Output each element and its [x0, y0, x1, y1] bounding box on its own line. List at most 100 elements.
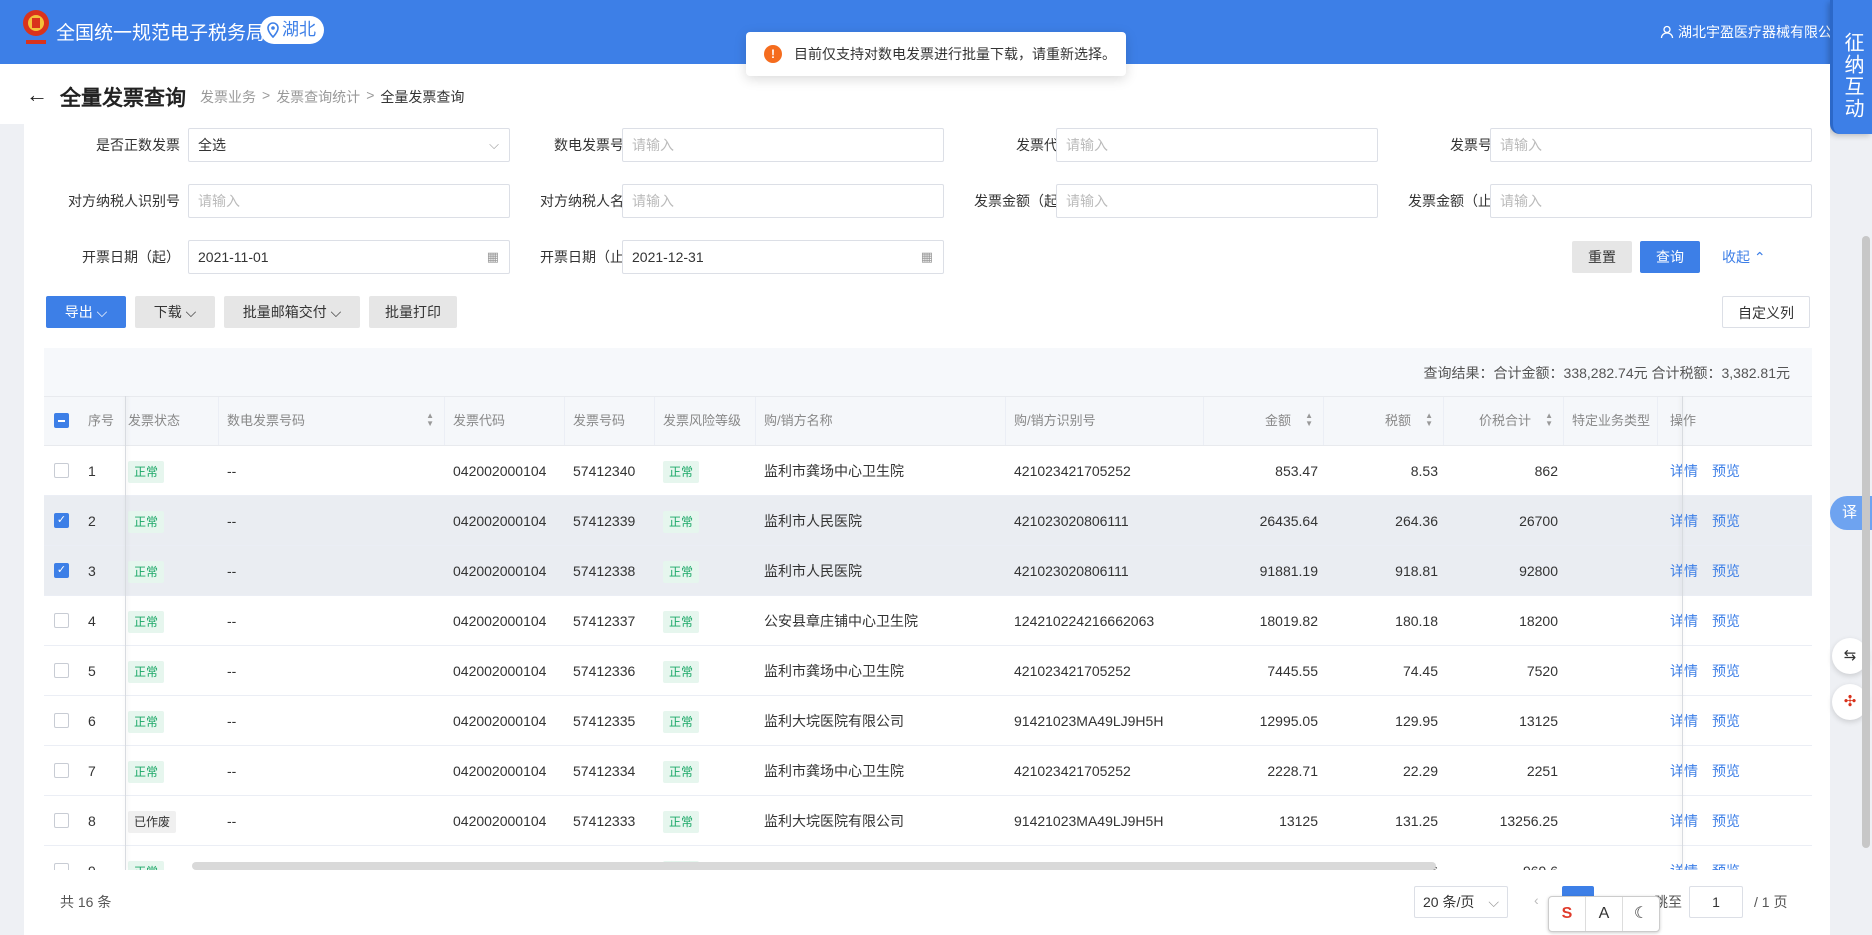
prev-page-icon[interactable]: ‹ — [1534, 892, 1539, 908]
cell-name: 监利大垸医院有限公司 — [764, 813, 904, 829]
ime-night-icon[interactable]: ☾ — [1623, 897, 1659, 931]
cell-digital: -- — [227, 663, 237, 679]
preview-link[interactable]: 预览 — [1712, 863, 1740, 870]
detail-link[interactable]: 详情 — [1670, 463, 1698, 479]
col-total[interactable]: 价税合计 ▲ ▼ — [1444, 397, 1564, 445]
preview-link[interactable]: 预览 — [1712, 713, 1740, 729]
number-input[interactable]: 请输入 — [1490, 128, 1812, 162]
download-button[interactable]: 下载 ⌵ — [135, 296, 215, 328]
detail-link[interactable]: 详情 — [1670, 563, 1698, 579]
preview-link[interactable]: 预览 — [1712, 463, 1740, 479]
col-amount[interactable]: 金额 ▲ ▼ — [1204, 397, 1324, 445]
back-arrow-icon[interactable]: ← — [26, 82, 48, 108]
region-selector[interactable]: 湖北 — [260, 16, 324, 44]
cell-tax: 264.36 — [1395, 513, 1438, 529]
digital-no-input[interactable]: 请输入 — [622, 128, 944, 162]
status-tag: 正常 — [128, 561, 165, 583]
user-menu[interactable]: 湖北宇盈医疗器械有限公 — [1660, 22, 1832, 42]
breadcrumb-separator: > — [262, 87, 271, 103]
row-checkbox[interactable] — [54, 613, 69, 628]
row-checkbox[interactable] — [54, 663, 69, 678]
row-checkbox[interactable] — [54, 713, 69, 728]
detail-link[interactable]: 详情 — [1670, 663, 1698, 679]
page-size-select[interactable]: 20 条/页 ⌵ — [1414, 886, 1508, 918]
table-row[interactable]: ✓ 3 正常 -- 042002000104 57412338 正常 监利市人民医院 42102… — [44, 546, 1812, 596]
col-status: 发票状态 — [126, 397, 219, 445]
batch-print-button[interactable]: 批量打印 — [369, 296, 457, 328]
detail-link[interactable]: 详情 — [1670, 813, 1698, 829]
row-checkbox[interactable]: ✓ — [54, 563, 69, 578]
preview-link[interactable]: 预览 — [1712, 513, 1740, 529]
taxid-label: 对方纳税人识别号 — [68, 193, 180, 209]
cell-no: 5 — [88, 663, 96, 679]
row-select-cell — [44, 696, 80, 746]
detail-link[interactable]: 详情 — [1670, 763, 1698, 779]
cell-code: 042002000104 — [453, 763, 547, 779]
cell-name: 监利市龚场中心卫生院 — [764, 663, 904, 679]
jump-page-input[interactable]: 1 — [1689, 886, 1743, 918]
table-row[interactable]: 4 正常 -- 042002000104 57412337 正常 公安县章庄铺中心卫生院 12… — [44, 596, 1812, 646]
horizontal-scrollbar[interactable] — [192, 862, 1436, 870]
main-panel: 是否正数发票 全选 ⌵ 数电发票号码 请输入 发票代码 请输入 发票号码 请输入… — [24, 124, 1830, 935]
ime-mode-icon[interactable]: A — [1586, 897, 1623, 931]
amount-from-input[interactable]: 请输入 — [1056, 184, 1378, 218]
breadcrumb-item[interactable]: 发票业务 — [200, 87, 256, 107]
preview-link[interactable]: 预览 — [1712, 663, 1740, 679]
col-taxid: 购/销方识别号 — [1006, 397, 1204, 445]
is-positive-select[interactable]: 全选 ⌵ — [188, 128, 510, 162]
risk-tag: 正常 — [663, 511, 700, 533]
cell-total: 13125 — [1519, 713, 1558, 729]
warning-toast: ! 目前仅支持对数电发票进行批量下载，请重新选择。 — [746, 32, 1126, 76]
detail-link[interactable]: 详情 — [1670, 713, 1698, 729]
date-to-input[interactable]: 2021-12-31 ▦ — [622, 240, 944, 274]
custom-columns-button[interactable]: 自定义列 — [1722, 296, 1810, 328]
export-button[interactable]: 导出 ⌵ — [46, 296, 126, 328]
detail-link[interactable]: 详情 — [1670, 863, 1698, 870]
sort-icon: ▲ ▼ — [1305, 411, 1313, 428]
risk-tag: 正常 — [663, 761, 700, 783]
cell-tax: 129.95 — [1395, 713, 1438, 729]
detail-link[interactable]: 详情 — [1670, 613, 1698, 629]
row-checkbox[interactable] — [54, 463, 69, 478]
row-checkbox[interactable] — [54, 813, 69, 828]
col-digital-no[interactable]: 数电发票号码 ▲ ▼ — [219, 397, 445, 445]
interaction-side-tab[interactable]: 征纳互动 — [1830, 0, 1872, 134]
preview-link[interactable]: 预览 — [1712, 763, 1740, 779]
amount-to-input[interactable]: 请输入 — [1490, 184, 1812, 218]
reset-button[interactable]: 重置 — [1572, 241, 1632, 273]
table-row[interactable]: 1 正常 -- 042002000104 57412340 正常 监利市龚场中心卫生院 421… — [44, 446, 1812, 496]
col-tax-label: 税额 — [1384, 413, 1411, 428]
collapse-toggle[interactable]: 收起 ⌃ — [1722, 241, 1766, 273]
table-row[interactable]: ✓ 2 正常 -- 042002000104 57412339 正常 监利市人民医院 42102… — [44, 496, 1812, 546]
detail-link[interactable]: 详情 — [1670, 513, 1698, 529]
table-row[interactable]: 7 正常 -- 042002000104 57412334 正常 监利市龚场中心卫生院 421… — [44, 746, 1812, 796]
vertical-scrollbar[interactable] — [1862, 236, 1870, 848]
row-checkbox[interactable] — [54, 763, 69, 778]
preview-link[interactable]: 预览 — [1712, 613, 1740, 629]
batch-mail-button[interactable]: 批量邮箱交付 ⌵ — [224, 296, 360, 328]
table-row[interactable]: 6 正常 -- 042002000104 57412335 正常 监利大垸医院有限公司 914… — [44, 696, 1812, 746]
table-row[interactable]: 5 正常 -- 042002000104 57412336 正常 监利市龚场中心卫生院 421… — [44, 646, 1812, 696]
cell-risk: 正常 — [655, 596, 756, 646]
select-all-checkbox[interactable] — [54, 413, 69, 428]
taxname-input[interactable]: 请输入 — [622, 184, 944, 218]
breadcrumb-item[interactable]: 发票查询统计 — [276, 87, 360, 107]
query-button[interactable]: 查询 — [1640, 241, 1700, 273]
cell-total: 18200 — [1519, 613, 1558, 629]
table-row[interactable]: 8 已作废 -- 042002000104 57412333 正常 监利大垸医院有限公司 91… — [44, 796, 1812, 846]
row-select-cell — [44, 446, 80, 496]
date-from-input[interactable]: 2021-11-01 ▦ — [188, 240, 510, 274]
code-label: 发票代码 — [1016, 137, 1072, 153]
preview-link[interactable]: 预览 — [1712, 563, 1740, 579]
cell-type — [1564, 596, 1658, 646]
col-tax[interactable]: 税额 ▲ ▼ — [1324, 397, 1444, 445]
code-input[interactable]: 请输入 — [1056, 128, 1378, 162]
cell-amount: 18019.82 — [1259, 613, 1318, 629]
taxid-input[interactable]: 请输入 — [188, 184, 510, 218]
row-checkbox[interactable]: ✓ — [54, 513, 69, 528]
cell-risk: 正常 — [655, 496, 756, 546]
cell-amount: 2228.71 — [1267, 763, 1318, 779]
ime-logo-icon[interactable]: S — [1549, 897, 1586, 931]
preview-link[interactable]: 预览 — [1712, 813, 1740, 829]
row-checkbox[interactable] — [54, 863, 69, 870]
